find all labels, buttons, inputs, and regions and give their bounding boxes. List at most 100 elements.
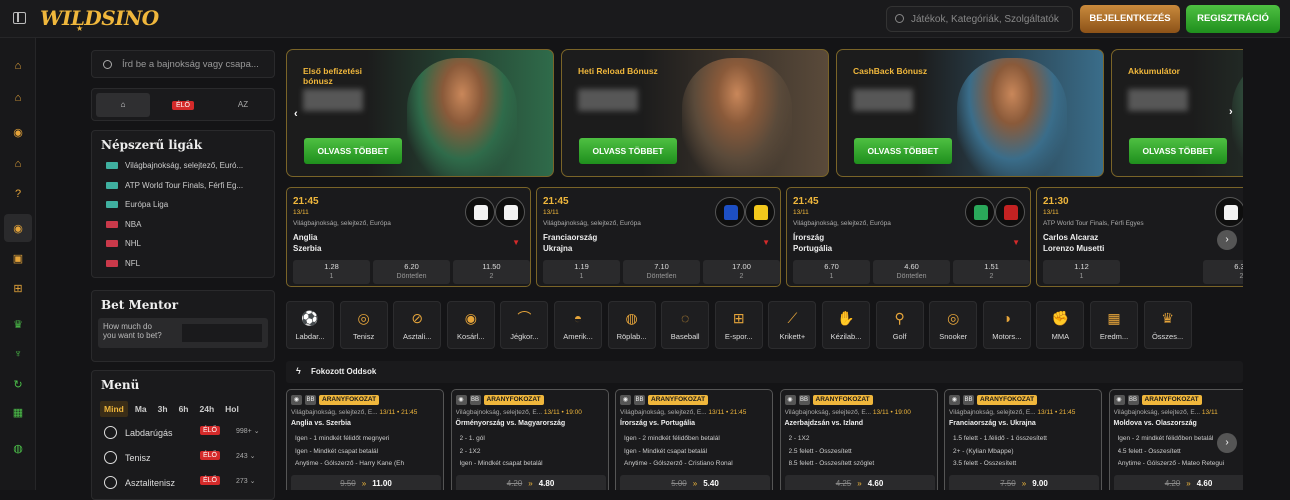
boost-card[interactable]: ◉ BB ARANYFOKOZAT Világbajnokság, selejtező…	[944, 389, 1102, 490]
odds-button[interactable]: 6.20 Döntetlen	[373, 260, 450, 284]
esports-icon[interactable]: ⊞	[8, 278, 28, 298]
odds-button[interactable]: 6.70 1	[793, 260, 870, 284]
boosted-odds-button[interactable]: 4.25 » 4.60	[784, 475, 935, 490]
live-stream-icon[interactable]: ▼	[512, 238, 520, 247]
match-card[interactable]: 21:45 13/11 Világbajnokság, selejtező, Eur…	[786, 187, 1031, 287]
boosted-odds-button[interactable]: 7.50 » 9.00	[949, 475, 1099, 490]
odds-button[interactable]: 7.10 Döntetlen	[623, 260, 700, 284]
refresh-icon[interactable]: ↻	[8, 374, 28, 394]
odds-button[interactable]: 6.33 2	[1203, 260, 1243, 284]
sport-tile[interactable]: ▦ Eredm...	[1090, 301, 1138, 349]
tab-az[interactable]: AZ	[216, 93, 270, 117]
promo-card[interactable]: Heti Reload Bónusz OLVASS TÖBBET	[561, 49, 829, 177]
time-filter-ma[interactable]: Ma	[131, 401, 151, 417]
odds-button[interactable]: 1.12 1	[1043, 260, 1120, 284]
globe-icon[interactable]: ◍	[8, 438, 28, 458]
boost-card[interactable]: ◉ BB ARANYFOKOZAT Világbajnokság, selejtező…	[779, 389, 938, 490]
odds-button[interactable]: 1.19 1	[543, 260, 620, 284]
boosted-odds-button[interactable]: 4.20 » 4.80	[455, 475, 606, 490]
boost-card[interactable]: ◉ BB ARANYFOKOZAT Világbajnokság, selejtező…	[450, 389, 609, 490]
vip-icon[interactable]: ♛	[8, 314, 28, 334]
mma-icon: ✊	[1051, 310, 1070, 326]
time-filter-24h[interactable]: 24h	[195, 401, 218, 417]
sport-tile[interactable]: ◉ Kosárl...	[446, 301, 495, 349]
league-item[interactable]: Világbajnokság, selejtező, Euró...	[106, 161, 266, 170]
sport-tile[interactable]: ◓ Amerik...	[554, 301, 602, 349]
menu-item[interactable]: Labdarúgás ÉLŐ 998+ ⌄	[104, 426, 264, 439]
sport-tile[interactable]: ⚲ Golf	[875, 301, 924, 349]
read-more-button[interactable]: OLVASS TÖBBET	[304, 138, 402, 164]
league-item[interactable]: Európa Liga	[106, 200, 266, 209]
sports-icon[interactable]: ◉	[4, 214, 32, 242]
league-item[interactable]: NFL	[106, 259, 266, 268]
league-search-input[interactable]: Írd be a bajnokság vagy csapa...	[91, 50, 275, 78]
help-icon[interactable]: ?	[8, 184, 28, 204]
trophy-icon[interactable]: ♆	[8, 344, 28, 364]
boost-arrow-icon: »	[857, 479, 862, 488]
shop-icon[interactable]: ▦	[8, 402, 28, 422]
global-search-input[interactable]: Játékok, Kategóriák, Szolgáltatók	[886, 6, 1073, 32]
sport-tile[interactable]: ♛ Összes...	[1143, 301, 1192, 349]
sidebar-toggle-icon[interactable]	[13, 12, 26, 24]
home-icon[interactable]: ⌂	[8, 88, 28, 108]
sport-tile[interactable]: ◑ Motors...	[982, 301, 1031, 349]
odds-button[interactable]: 4.60 Döntetlen	[873, 260, 950, 284]
read-more-button[interactable]: OLVASS TÖBBET	[1129, 138, 1227, 164]
sport-tile[interactable]: ✋ Kézilab...	[822, 301, 870, 349]
time-filter-6h[interactable]: 6h	[175, 401, 193, 417]
sport-tile[interactable]: ⚽ Labdar...	[286, 301, 334, 349]
live-icon[interactable]: ▣	[8, 248, 28, 268]
time-filter-3h[interactable]: 3h	[154, 401, 172, 417]
sport-tile[interactable]: ⌒ Jégkor...	[500, 301, 549, 349]
promo-next-icon[interactable]: ›	[1229, 106, 1233, 118]
old-odds: 4.25	[835, 479, 852, 488]
live-stream-icon[interactable]: ▼	[762, 238, 770, 247]
promo-card[interactable]: Első befizetési bónusz OLVASS TÖBBET	[286, 49, 554, 177]
time-filter-hol[interactable]: Hol	[221, 401, 243, 417]
odds-button[interactable]: 1.28 1	[293, 260, 370, 284]
match-card[interactable]: 21:45 13/11 Világbajnokság, selejtező, Eur…	[286, 187, 531, 287]
live-stream-icon[interactable]: ▼	[1012, 238, 1020, 247]
sport-tile[interactable]: ✊ MMA	[1036, 301, 1085, 349]
odds-button[interactable]: 11.50 2	[453, 260, 530, 284]
login-button[interactable]: BEJELENTKEZÉS	[1080, 5, 1180, 33]
tab-home[interactable]: ⌂	[96, 93, 150, 117]
match-card[interactable]: 21:30 13/11 ATP World Tour Finals, Férfi E…	[1036, 187, 1243, 287]
league-item[interactable]: ATP World Tour Finals, Férfi Eg...	[106, 181, 266, 190]
league-item[interactable]: NHL	[106, 239, 266, 248]
menu-item[interactable]: Asztalitenisz ÉLŐ 273 ⌄	[104, 476, 264, 489]
tab-live[interactable]: ÉLŐ	[156, 93, 210, 117]
boost-card[interactable]: ◉ BB ARANYFOKOZAT Világbajnokság, selejtező…	[286, 389, 444, 490]
sport-tile[interactable]: ◎ Snooker	[929, 301, 978, 349]
logo[interactable]: WILDSINO	[40, 6, 159, 30]
promo-blurred-text	[303, 89, 363, 111]
promo-card[interactable]: Akkumulátor OLVASS TÖBBET	[1111, 49, 1243, 177]
menu-item[interactable]: Tenisz ÉLŐ 243 ⌄	[104, 451, 264, 464]
read-more-button[interactable]: OLVASS TÖBBET	[854, 138, 952, 164]
bet-amount-input[interactable]	[182, 324, 262, 342]
register-button[interactable]: REGISZTRÁCIÓ	[1186, 5, 1280, 33]
read-more-button[interactable]: OLVASS TÖBBET	[579, 138, 677, 164]
boosts-next-icon[interactable]: ›	[1217, 433, 1237, 453]
promo-prev-icon[interactable]: ‹	[294, 108, 298, 120]
odds-button[interactable]: 17.00 2	[703, 260, 780, 284]
time-filter-mind[interactable]: Mind	[100, 401, 128, 417]
boosted-odds-button[interactable]: 9.50 » 11.00	[291, 475, 441, 490]
sport-tile[interactable]: ⟋ Krikett+	[768, 301, 817, 349]
sport-tile[interactable]: ⊘ Asztali...	[393, 301, 442, 349]
odds-button[interactable]: 1.51 2	[953, 260, 1030, 284]
sport-tile[interactable]: ⊞ E-spor...	[714, 301, 763, 349]
boosted-odds-button[interactable]: 5.00 » 5.40	[620, 475, 770, 490]
matches-next-icon[interactable]: ›	[1217, 230, 1237, 250]
chip-icon[interactable]: ◉	[8, 122, 28, 142]
promo-card[interactable]: CashBack Bónusz OLVASS TÖBBET	[836, 49, 1104, 177]
match-card[interactable]: 21:45 13/11 Világbajnokság, selejtező, Eur…	[536, 187, 781, 287]
sport-tile[interactable]: ◍ Röplab...	[607, 301, 656, 349]
boosted-odds-button[interactable]: 4.20 » 4.60	[1113, 475, 1243, 490]
casino-icon[interactable]: ⌂	[8, 56, 28, 76]
league-item[interactable]: NBA	[106, 220, 266, 229]
sport-tile[interactable]: ◎ Tenisz	[339, 301, 388, 349]
sport-tile[interactable]: ◌ Baseball	[661, 301, 710, 349]
boost-card[interactable]: ◉ BB ARANYFOKOZAT Világbajnokság, selejtező…	[615, 389, 773, 490]
promo-icon[interactable]: ⌂	[8, 154, 28, 174]
